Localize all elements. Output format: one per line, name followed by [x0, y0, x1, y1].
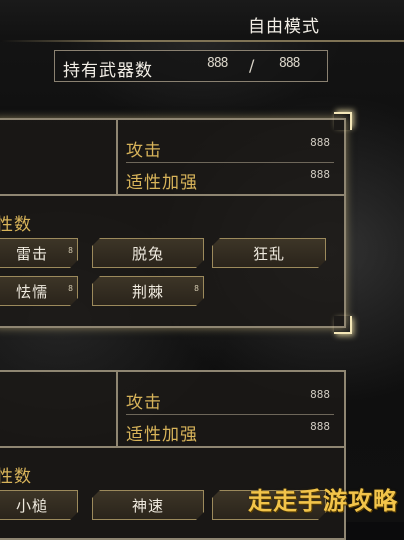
skill-level: 8 — [68, 246, 74, 255]
skill-button[interactable]: 神速 — [92, 490, 204, 520]
attack-stat: 攻击 888 — [126, 384, 334, 414]
skill-button[interactable]: 脱兔 — [92, 238, 204, 268]
aptitude-stat: 适性加强 888 — [126, 164, 334, 194]
stat-divider — [126, 162, 334, 163]
selection-corner-icon — [334, 316, 352, 334]
skill-button[interactable]: 怯懦 8 — [0, 276, 78, 306]
card-stats-section: 攻击 888 适性加强 888 — [0, 372, 344, 448]
mode-label: 自由模式 — [248, 17, 320, 37]
weapon-icon-slot — [0, 120, 118, 194]
weapon-count-label: 持有武器数 — [63, 61, 153, 81]
weapon-count-panel: 持有武器数 888 / 888 — [54, 50, 328, 82]
skill-name: 脱兔 — [131, 244, 164, 263]
skill-name: 雷击 — [15, 244, 48, 263]
watermark-text: 走走手游攻略 — [248, 487, 398, 515]
skill-button[interactable]: 小槌 — [0, 490, 78, 520]
skill-level: 8 — [194, 284, 200, 293]
aptitude-label: 适性加强 — [126, 425, 198, 445]
skill-level: 8 — [68, 284, 74, 293]
attack-value: 888 — [310, 136, 330, 149]
weapon-card-1[interactable]: 攻击 888 适性加强 888 性数 雷击 8 脱兔 狂乱 怯懦 8 荆棘 8 — [0, 112, 352, 334]
traits-label: 性数 — [0, 467, 32, 487]
skill-button[interactable]: 荆棘 8 — [92, 276, 204, 306]
attack-value: 888 — [310, 388, 330, 401]
aptitude-value: 888 — [310, 168, 330, 181]
traits-label: 性数 — [0, 215, 32, 235]
attack-label: 攻击 — [126, 393, 162, 413]
aptitude-label: 适性加强 — [126, 173, 198, 193]
attack-stat: 攻击 888 — [126, 132, 334, 162]
skill-name: 怯懦 — [15, 282, 48, 301]
top-bar-divider — [0, 40, 404, 42]
weapon-icon-slot — [0, 372, 118, 446]
skill-name: 小槌 — [15, 496, 48, 515]
aptitude-stat: 适性加强 888 — [126, 416, 334, 446]
card-stats-section: 攻击 888 适性加强 888 — [0, 120, 344, 196]
skill-name: 狂乱 — [252, 244, 285, 263]
weapon-count-separator: / — [249, 56, 255, 75]
skill-button[interactable]: 狂乱 — [212, 238, 326, 268]
weapon-count-total: 888 — [279, 56, 301, 71]
skill-button[interactable]: 雷击 8 — [0, 238, 78, 268]
weapon-count-current: 888 — [207, 56, 229, 71]
attack-label: 攻击 — [126, 141, 162, 161]
skill-name: 荆棘 — [131, 282, 164, 301]
stat-divider — [126, 414, 334, 415]
skill-name: 神速 — [131, 496, 164, 515]
aptitude-value: 888 — [310, 420, 330, 433]
top-bar: 自由模式 — [0, 0, 404, 42]
